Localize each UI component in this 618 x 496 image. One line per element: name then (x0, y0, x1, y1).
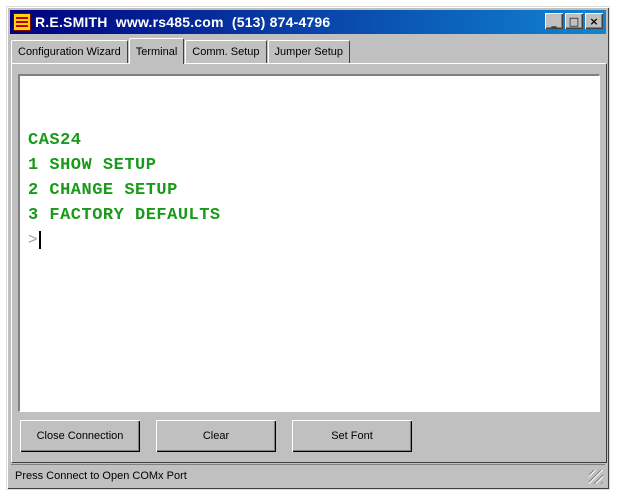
close-button[interactable]: × (585, 13, 603, 29)
terminal-prompt-row: > (28, 228, 599, 252)
resize-grip-icon[interactable] (589, 470, 603, 484)
maximize-button[interactable]: □ (565, 13, 583, 29)
tab-jumper-setup[interactable]: Jumper Setup (267, 40, 351, 63)
tab-configuration-wizard[interactable]: Configuration Wizard (11, 40, 128, 63)
text-cursor (38, 231, 41, 249)
status-text: Press Connect to Open COMx Port (15, 469, 187, 482)
title-bar[interactable]: R.E.SMITH www.rs485.com (513) 874-4796 _… (10, 10, 606, 34)
set-font-button[interactable]: Set Font (292, 420, 412, 452)
terminal-tab-panel: CAS24 1 SHOW SETUP 2 CHANGE SETUP 3 FACT… (11, 63, 607, 463)
terminal-output[interactable]: CAS24 1 SHOW SETUP 2 CHANGE SETUP 3 FACT… (18, 74, 600, 412)
terminal-line: 2 CHANGE SETUP (28, 181, 178, 200)
window-title: R.E.SMITH www.rs485.com (513) 874-4796 (35, 14, 331, 30)
app-logo-icon[interactable] (13, 13, 31, 31)
tab-terminal[interactable]: Terminal (128, 38, 185, 64)
tab-comm-setup[interactable]: Comm. Setup (185, 40, 267, 63)
status-bar: Press Connect to Open COMx Port (11, 464, 605, 486)
terminal-line: 1 SHOW SETUP (28, 156, 157, 175)
button-row: Close Connection Clear Set Font (20, 420, 428, 452)
tab-strip: Configuration Wizard Terminal Comm. Setu… (11, 37, 351, 64)
window-controls: _ □ × (545, 13, 603, 29)
terminal-prompt: > (28, 231, 38, 249)
terminal-line: CAS24 (28, 131, 82, 150)
close-connection-button[interactable]: Close Connection (20, 420, 140, 452)
minimize-button[interactable]: _ (545, 13, 563, 29)
clear-button[interactable]: Clear (156, 420, 276, 452)
app-window: R.E.SMITH www.rs485.com (513) 874-4796 _… (6, 6, 610, 490)
terminal-line: 3 FACTORY DEFAULTS (28, 206, 221, 225)
